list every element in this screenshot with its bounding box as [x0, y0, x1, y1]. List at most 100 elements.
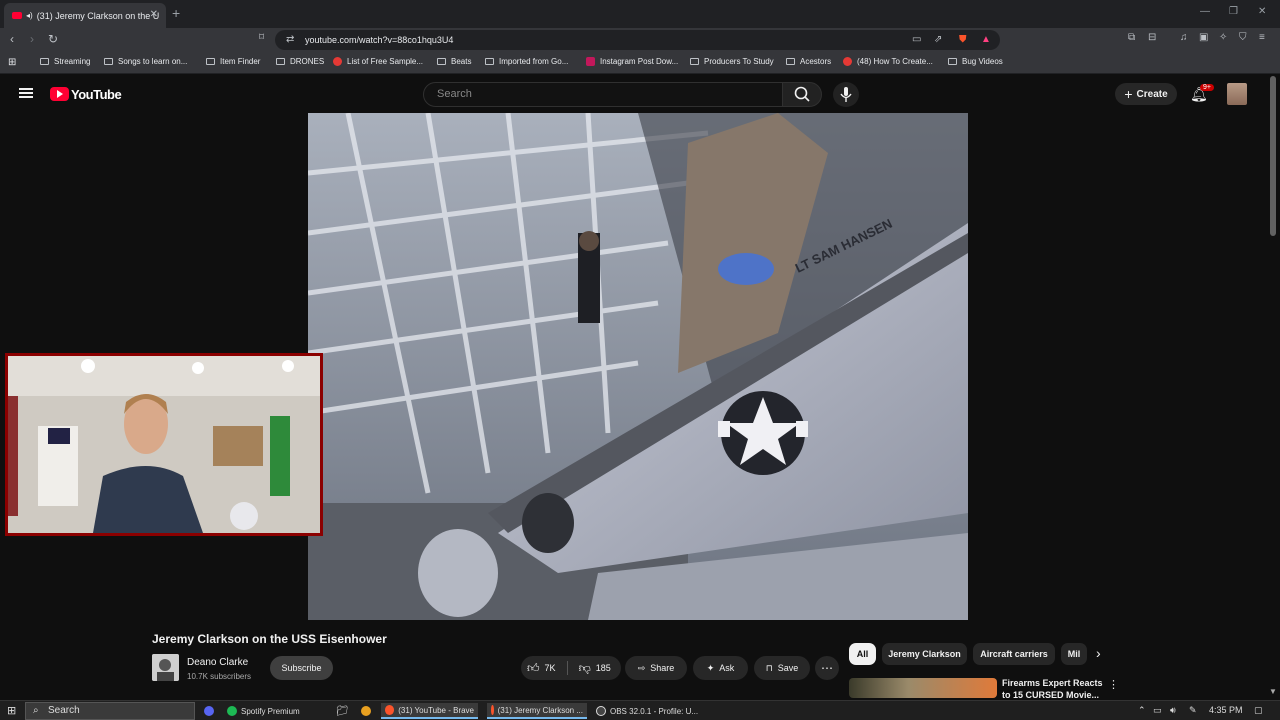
site-favicon-icon: [586, 57, 595, 66]
pen-icon[interactable]: ✎: [1189, 705, 1197, 716]
extensions-icon[interactable]: ⧉: [1128, 32, 1135, 43]
save-button[interactable]: ⊓ Save: [754, 656, 810, 680]
cast-icon[interactable]: ▭: [912, 34, 921, 45]
tab-title: (31) Jeremy Clarkson on the U: [36, 10, 160, 21]
clock-text[interactable]: 4:35 PM: [1209, 705, 1243, 715]
bookmark-page-icon[interactable]: ⌑: [259, 32, 264, 43]
search-button[interactable]: [782, 82, 822, 107]
bookmark-item[interactable]: Acestors: [786, 57, 831, 66]
search-icon: ⌕: [33, 705, 39, 716]
recommendation-menu-icon[interactable]: ⋮: [1108, 678, 1119, 691]
bookmark-item[interactable]: List of Free Sample...: [333, 57, 423, 66]
bookmark-item[interactable]: Producers To Study: [690, 57, 774, 66]
voice-search-button[interactable]: [833, 82, 859, 107]
youtube-favicon-icon: [843, 57, 852, 66]
account-avatar[interactable]: [1227, 83, 1247, 105]
new-tab-icon[interactable]: +: [172, 5, 180, 21]
chip-military[interactable]: Mil: [1061, 643, 1087, 665]
bookmark-item[interactable]: (48) How To Create...: [843, 57, 933, 66]
taskbar-brave-clarkson[interactable]: (31) Jeremy Clarkson ...: [487, 703, 587, 719]
like-button[interactable]: 👍︎ 7K: [527, 661, 556, 676]
search-icon: [794, 86, 810, 102]
leo-icon[interactable]: ✧: [1219, 32, 1227, 43]
more-icon: ⋯: [821, 661, 833, 675]
folder-icon: [104, 58, 113, 65]
chip-aircraft-carriers[interactable]: Aircraft carriers: [973, 643, 1055, 665]
taskbar-spotify[interactable]: Spotify Premium: [227, 703, 300, 719]
plus-icon: +: [1124, 86, 1133, 102]
channel-avatar[interactable]: [152, 654, 179, 681]
maximize-icon[interactable]: ❐: [1229, 6, 1238, 17]
brave-rewards-icon[interactable]: ▲: [981, 34, 991, 45]
sidebar-icon[interactable]: ⊟: [1148, 32, 1156, 43]
video-player[interactable]: LT SAM HANSEN: [308, 113, 968, 620]
tray-device-icon[interactable]: ▭: [1153, 705, 1162, 716]
forward-icon[interactable]: ›: [30, 32, 34, 46]
video-frame: LT SAM HANSEN: [308, 113, 968, 620]
guide-menu-icon[interactable]: [19, 88, 33, 98]
file-explorer-icon[interactable]: 📁︎: [336, 703, 349, 719]
windows-start-icon[interactable]: ⊞: [7, 704, 16, 717]
taskbar-obs[interactable]: OBS 32.0.1 - Profile: U...: [596, 703, 698, 719]
subscribe-button[interactable]: Subscribe: [270, 656, 333, 680]
chip-all[interactable]: All: [849, 643, 876, 665]
close-window-icon[interactable]: ✕: [1258, 6, 1266, 17]
brave-shield-icon[interactable]: ⛊: [959, 34, 967, 45]
page-scrollbar[interactable]: [1270, 76, 1276, 236]
chip-jeremy-clarkson[interactable]: Jeremy Clarkson: [882, 643, 967, 665]
bookmark-item[interactable]: Streaming: [40, 57, 90, 66]
browser-nav-bar: ‹ › ↻ ⌑ ⇄ youtube.com/watch?v=88co1hqu3U…: [0, 28, 1280, 52]
taskbar-search[interactable]: ⌕ Search: [25, 702, 195, 720]
subscriber-count: 10.7K subscribers: [187, 672, 252, 681]
notification-center-icon[interactable]: ▢: [1254, 705, 1263, 716]
brave-icon: [385, 705, 395, 715]
bookmark-item[interactable]: Imported from Go...: [485, 57, 568, 66]
vpn-icon[interactable]: ⛉: [1239, 32, 1247, 43]
youtube-header: YouTube Search + Create 🔔︎ 9+: [0, 75, 1280, 113]
like-count: 7K: [544, 663, 556, 673]
share-page-icon[interactable]: ⇗: [934, 34, 942, 45]
menu-icon[interactable]: ≡: [1259, 32, 1265, 43]
chrome-icon[interactable]: [361, 703, 375, 719]
search-input[interactable]: Search: [423, 82, 783, 107]
tray-chevron-icon[interactable]: ⌃: [1138, 705, 1146, 716]
bookmark-item[interactable]: Bug Videos: [948, 57, 1003, 66]
media-icon[interactable]: ♫: [1180, 32, 1188, 43]
youtube-logo-icon[interactable]: [50, 87, 69, 101]
site-info-icon[interactable]: ⇄: [286, 34, 294, 45]
bookmark-item[interactable]: Instagram Post Dow...: [586, 57, 678, 66]
video-title: Jeremy Clarkson on the USS Eisenhower: [152, 632, 387, 646]
bookmark-item[interactable]: Songs to learn on...: [104, 57, 187, 66]
minimize-icon[interactable]: —: [1200, 6, 1210, 17]
bookmark-item[interactable]: Beats: [437, 57, 471, 66]
volume-icon[interactable]: 🔊︎: [1170, 705, 1176, 716]
browser-tab-bar: ◂) (31) Jeremy Clarkson on the U ✕ + — ❐…: [0, 0, 1280, 28]
reload-icon[interactable]: ↻: [48, 32, 58, 46]
webcam-frame: [8, 356, 320, 533]
taskbar-brave-youtube[interactable]: (31) YouTube - Brave: [381, 703, 478, 719]
channel-avatar-image: [152, 654, 179, 681]
bookmark-item[interactable]: DRONES: [276, 57, 324, 66]
wallet-icon[interactable]: ▣: [1199, 32, 1208, 43]
more-actions-button[interactable]: ⋯: [815, 656, 839, 680]
youtube-logo-text[interactable]: YouTube: [71, 87, 122, 102]
close-tab-icon[interactable]: ✕: [150, 9, 158, 20]
create-button[interactable]: + Create: [1115, 83, 1177, 105]
chevron-right-icon[interactable]: ›: [1096, 645, 1101, 661]
discord-icon[interactable]: [204, 703, 218, 719]
address-bar[interactable]: ⇄ youtube.com/watch?v=88co1hqu3U4 ▭ ⇗ ⛊ …: [275, 30, 1000, 50]
dislike-button[interactable]: 👎︎ 185: [579, 661, 611, 676]
browser-tab[interactable]: ◂) (31) Jeremy Clarkson on the U ✕: [4, 3, 166, 28]
recommendation-title[interactable]: Firearms Expert Reacts to 15 CURSED Movi…: [1002, 677, 1107, 699]
ask-button[interactable]: ✦ Ask: [693, 656, 748, 680]
scroll-down-icon[interactable]: ▼: [1269, 687, 1277, 696]
channel-name[interactable]: Deano Clarke: [187, 657, 248, 668]
apps-grid-icon[interactable]: ⊞: [8, 57, 16, 68]
sparkle-icon: ✦: [706, 662, 715, 673]
bookmark-item[interactable]: Item Finder: [206, 57, 260, 66]
notification-badge: 9+: [1200, 84, 1214, 91]
back-icon[interactable]: ‹: [10, 32, 14, 46]
folder-icon: [690, 58, 699, 65]
recommendation-thumbnail[interactable]: [849, 678, 997, 698]
share-button[interactable]: ⇨ Share: [625, 656, 687, 680]
